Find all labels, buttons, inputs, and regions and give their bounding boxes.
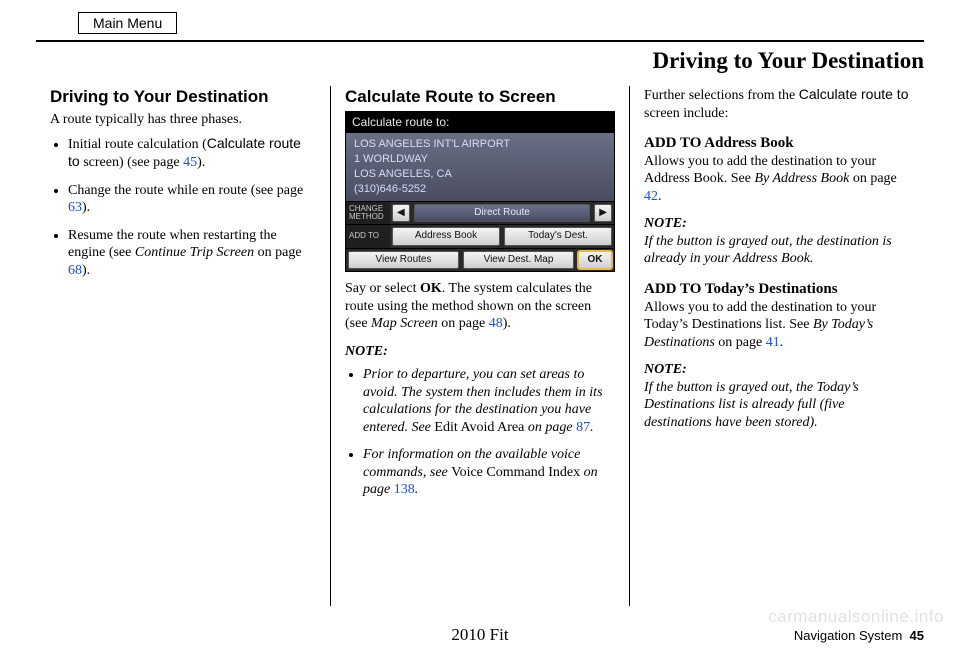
addto-addressbook-head: ADD TO Address Book [644, 134, 910, 153]
page-link[interactable]: 48 [489, 316, 503, 331]
text: screen) (see page [80, 155, 183, 170]
text: Voice Command Index [451, 465, 580, 480]
column-1: Driving to Your Destination A route typi… [36, 86, 330, 606]
page-link[interactable]: 68 [68, 263, 82, 278]
text: . [415, 482, 419, 497]
text: ). [82, 263, 90, 278]
footer-model: 2010 Fit [332, 625, 628, 645]
text: ). [503, 316, 511, 331]
text: Initial route calculation ( [68, 137, 207, 152]
text-italic: Map Screen [371, 316, 438, 331]
page-link[interactable]: 138 [394, 482, 415, 497]
nav-view-routes-button[interactable]: View Routes [348, 251, 459, 270]
text: on page [715, 335, 766, 350]
text: on page [524, 420, 576, 435]
nav-row-bottom: View Routes View Dest. Map OK [346, 248, 614, 272]
addto-addressbook-text: Allows you to add the destination to you… [644, 153, 910, 206]
nav-addr-line: (310)646-5252 [354, 182, 606, 197]
note-text: If the button is grayed out, the Today’s… [644, 379, 910, 432]
page-link[interactable]: 63 [68, 200, 82, 215]
list-item: Prior to departure, you can set areas to… [363, 366, 615, 436]
list-item: For information on the available voice c… [363, 446, 615, 499]
text: on page [438, 316, 489, 331]
nav-direct-route[interactable]: Direct Route [414, 204, 591, 223]
footer: 2010 Fit Navigation System 45 [0, 625, 960, 645]
text: . [658, 189, 662, 204]
nav-arrow-right[interactable]: ▶ [594, 204, 612, 223]
nav-label-change: CHANGE METHOD [346, 202, 390, 225]
nav-screenshot: Calculate route to: LOS ANGELES INT'L AI… [345, 111, 615, 272]
text: Further selections from the [644, 88, 799, 103]
col2-heading: Calculate Route to Screen [345, 86, 615, 107]
content-columns: Driving to Your Destination A route typi… [18, 86, 942, 606]
column-2: Calculate Route to Screen Calculate rout… [330, 86, 629, 606]
text: Say or select [345, 281, 420, 296]
column-3: Further selections from the Calculate ro… [629, 86, 924, 606]
nav-todays-dest-button[interactable]: Today's Dest. [504, 227, 612, 246]
col1-list: Initial route calculation (Calculate rou… [50, 135, 316, 280]
nav-address: LOS ANGELES INT'L AIRPORT 1 WORLDWAY LOS… [346, 133, 614, 200]
addto-today-text: Allows you to add the destination to you… [644, 299, 910, 352]
col2-notes: Prior to departure, you can set areas to… [345, 366, 615, 499]
col1-intro: A route typically has three phases. [50, 111, 316, 129]
text: ). [197, 155, 205, 170]
main-menu-button[interactable]: Main Menu [78, 12, 177, 34]
text: screen include: [644, 106, 728, 121]
list-item: Change the route while en route (see pag… [68, 182, 316, 217]
list-item: Resume the route when restarting the eng… [68, 227, 316, 280]
nav-ok-button[interactable]: OK [578, 251, 612, 270]
header-rule [36, 40, 924, 42]
nav-row-add-to: ADD TO Address Book Today's Dest. [346, 224, 614, 248]
page-link[interactable]: 87 [576, 420, 590, 435]
nav-address-book-button[interactable]: Address Book [392, 227, 500, 246]
text-italic: Continue Trip Screen [135, 245, 254, 260]
nav-addr-line: LOS ANGELES INT'L AIRPORT [354, 137, 606, 152]
nav-arrow-left[interactable]: ◀ [392, 204, 410, 223]
addto-today-head: ADD TO Today’s Destinations [644, 280, 910, 299]
text: . [590, 420, 594, 435]
nav-addr-line: 1 WORLDWAY [354, 152, 606, 167]
nav-title: Calculate route to: [346, 112, 614, 133]
footer-page: 45 [910, 628, 924, 643]
col3-lead: Further selections from the Calculate ro… [644, 86, 910, 122]
note-text: If the button is grayed out, the destina… [644, 233, 910, 268]
note-label: NOTE: [345, 343, 615, 361]
nav-view-dest-map-button[interactable]: View Dest. Map [463, 251, 574, 270]
text: . [780, 335, 784, 350]
text: on page [849, 171, 896, 186]
nav-addr-line: LOS ANGELES, CA [354, 167, 606, 182]
page-link[interactable]: 42 [644, 189, 658, 204]
text: ). [82, 200, 90, 215]
text-sans: Calculate route to [799, 86, 909, 102]
text-italic: By Address Book [754, 171, 849, 186]
text-bold: OK [420, 281, 442, 296]
watermark: carmanualsonline.info [768, 607, 944, 627]
nav-label-addto: ADD TO [346, 225, 390, 248]
note-label: NOTE: [644, 361, 910, 379]
page-link[interactable]: 45 [183, 155, 197, 170]
text: on page [254, 245, 301, 260]
text: Change the route while en route (see pag… [68, 183, 303, 198]
list-item: Initial route calculation (Calculate rou… [68, 135, 316, 172]
nav-row-change-method: CHANGE METHOD ◀ Direct Route ▶ [346, 201, 614, 225]
footer-section: Navigation System [794, 628, 902, 643]
col2-after-nav: Say or select OK. The system calculates … [345, 280, 615, 333]
text: Edit Avoid Area [434, 420, 524, 435]
col1-heading: Driving to Your Destination [50, 86, 316, 107]
note-label: NOTE: [644, 215, 910, 233]
page-title: Driving to Your Destination [18, 48, 924, 74]
page-link[interactable]: 41 [766, 335, 780, 350]
